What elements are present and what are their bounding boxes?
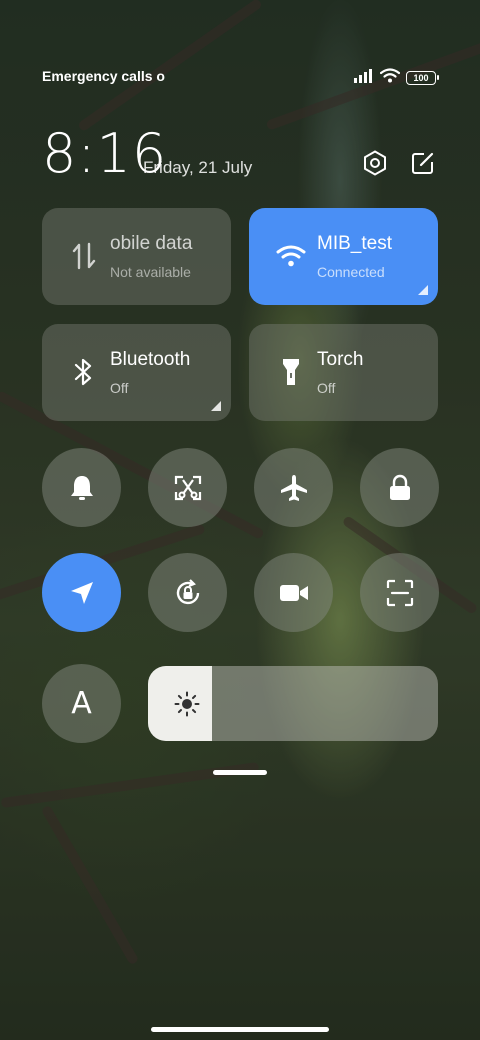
expand-corner-icon[interactable]: [418, 285, 428, 295]
bluetooth-title: Bluetooth: [110, 349, 191, 370]
mobile-data-status: Not available: [110, 264, 191, 280]
location-toggle[interactable]: [42, 553, 121, 632]
airplane-toggle[interactable]: [254, 448, 333, 527]
battery-icon: 100: [406, 71, 439, 85]
wifi-tile[interactable]: MIB_test Connected: [249, 208, 438, 305]
battery-level: 100: [413, 73, 429, 83]
torch-title: Torch: [317, 349, 364, 370]
torch-status: Off: [317, 380, 336, 396]
bluetooth-status: Off: [110, 380, 129, 396]
bluetooth-tile[interactable]: Bluetooth Off: [42, 324, 231, 421]
carrier-text: Emergency calls o: [42, 68, 165, 84]
torch-icon: [275, 354, 307, 390]
airplane-icon: [280, 474, 307, 501]
sun-icon: [174, 691, 200, 717]
edit-icon[interactable]: [410, 150, 436, 176]
expand-corner-icon[interactable]: [211, 401, 221, 411]
rotation-lock-toggle[interactable]: [148, 553, 227, 632]
status-icons: 100: [354, 68, 439, 88]
wifi-icon: [379, 68, 401, 88]
mobile-data-title: obile data: [110, 233, 193, 254]
status-bar: Emergency calls o 100: [42, 62, 439, 90]
scanner-icon: [386, 579, 413, 606]
mobile-data-tile[interactable]: obile data Not available: [42, 208, 231, 305]
panel-drag-handle[interactable]: [213, 770, 267, 775]
home-indicator[interactable]: [151, 1027, 329, 1032]
lock-toggle[interactable]: [360, 448, 439, 527]
wifi-icon: [275, 238, 307, 274]
rotation-lock-icon: [176, 578, 199, 604]
brightness-slider[interactable]: [148, 666, 438, 741]
screen-recorder-toggle[interactable]: [254, 553, 333, 632]
bell-icon: [70, 475, 93, 500]
auto-brightness-label: A: [71, 686, 92, 721]
mobile-data-icon: [68, 238, 100, 274]
auto-brightness-toggle[interactable]: A: [42, 664, 121, 743]
video-camera-icon: [279, 584, 308, 601]
clock-date: Friday, 21 July: [143, 158, 253, 177]
screenshot-toggle[interactable]: [148, 448, 227, 527]
signal-icon: [354, 68, 374, 88]
bluetooth-icon: [68, 354, 100, 390]
wifi-network-name: MIB_test: [317, 233, 392, 254]
torch-tile[interactable]: Torch Off: [249, 324, 438, 421]
lock-icon: [389, 474, 410, 500]
settings-icon[interactable]: [362, 150, 388, 176]
scanner-toggle[interactable]: [360, 553, 439, 632]
bell-toggle[interactable]: [42, 448, 121, 527]
header-actions: [362, 150, 436, 176]
wifi-status: Connected: [317, 264, 385, 280]
location-icon: [70, 581, 93, 604]
screenshot-icon: [174, 475, 201, 500]
